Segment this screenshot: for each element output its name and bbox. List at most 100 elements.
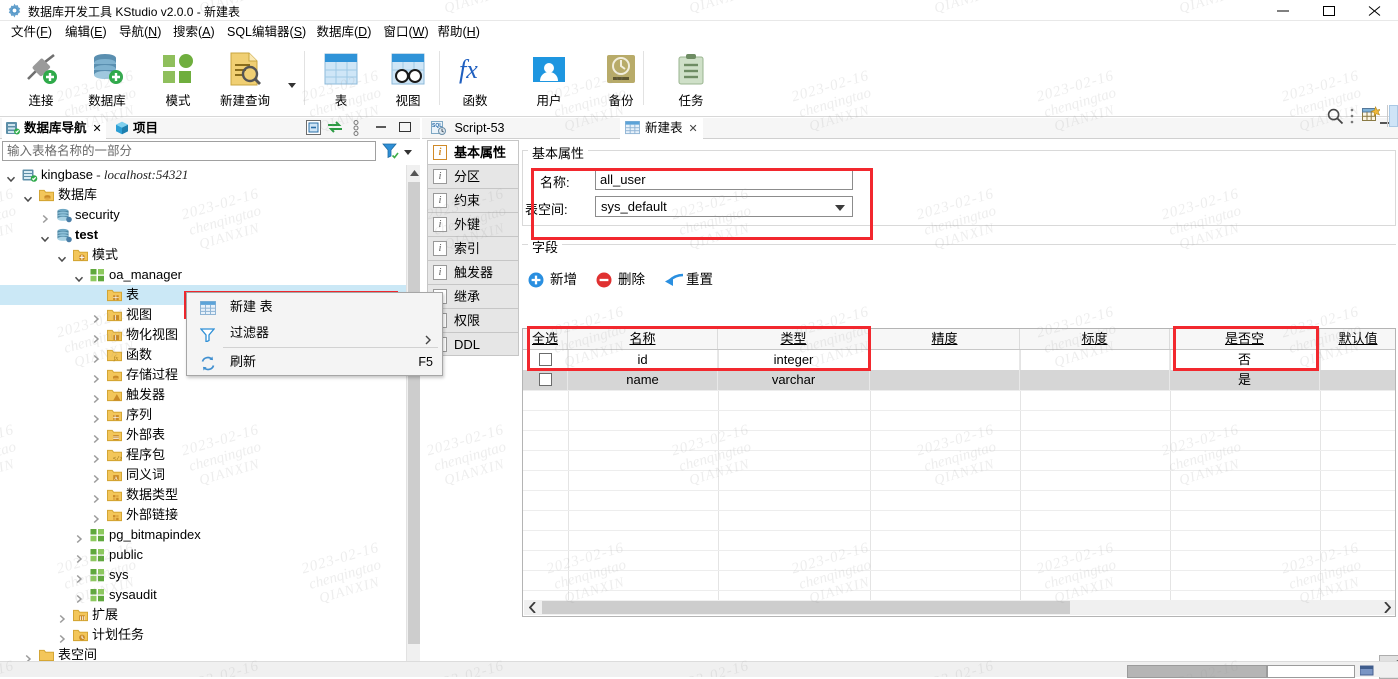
tree-expand-arrow[interactable] [91,350,101,364]
tree-collapse-arrow[interactable] [57,250,67,263]
tree-expand-arrow[interactable] [74,590,84,604]
tree-expand-arrow[interactable] [91,430,101,444]
window-maximize-button[interactable] [1306,0,1352,21]
tree-collapse-arrow[interactable] [23,190,33,203]
grid-cell-类型[interactable]: integer [718,350,870,370]
toolbar-button-任务[interactable]: 任务 [658,47,724,113]
tree-item-程序包[interactable]: </> 程序包 [0,445,406,465]
grid-cell-标度[interactable] [1020,350,1170,370]
toolbar-button-连接[interactable]: 连接 [8,47,74,113]
tree-item-security[interactable]: security [0,205,406,225]
grid-cell-select[interactable] [523,350,568,370]
editor-tab-2[interactable]: 新建表 ✕ [620,118,703,139]
toolbar-button-新建查询[interactable]: 新建查询 [212,47,278,113]
view-menu-icon[interactable] [353,120,359,139]
filter-funnel-icon[interactable] [382,143,399,162]
tablespace-select[interactable]: sys_default [595,196,853,217]
tree-vertical-scrollbar[interactable] [406,165,420,677]
grid-cell-默认值[interactable] [1320,350,1395,370]
tree-item-外部链接[interactable]: 外部链接 [0,505,406,525]
grid-cell-类型[interactable]: varchar [718,370,870,390]
grid-cell-名称[interactable]: id [568,350,718,370]
tree-expand-arrow[interactable] [23,650,33,664]
grid-header-全选[interactable]: 全选 [523,329,568,349]
toolbar-button-用户[interactable]: 用户 [516,47,582,113]
grid-header-默认值[interactable]: 默认值 [1320,329,1395,349]
grid-header-标度[interactable]: 标度 [1020,329,1170,349]
table-name-input[interactable] [595,169,853,190]
fields-grid-horizontal-scrollbar[interactable] [524,600,1395,615]
editor-tab-1[interactable]: SQL Script-53 [426,118,510,139]
menu-item-5[interactable]: SQL编辑器(S) [222,23,311,41]
grid-cell-精度[interactable] [870,370,1020,390]
tree-item-计划任务[interactable]: 计划任务 [0,625,406,645]
tree-expand-arrow[interactable] [57,610,67,624]
grid-cell-默认值[interactable] [1320,370,1395,390]
search-input[interactable] [3,142,375,160]
tree-context-menu[interactable]: 新建 表过滤器 刷新 F5 [186,292,443,376]
menu-item-8[interactable]: 帮助(H) [433,23,485,41]
fields-grid[interactable]: 全选 名称 类型 精度 标度 是否空 默认值 id integer 否 name varchar 是 [522,328,1396,617]
left-tab-1[interactable]: 数据库导航 ✕ [2,118,106,139]
grid-cell-是否空[interactable]: 否 [1170,350,1320,370]
left-tab-2[interactable]: 项目 [111,118,162,139]
tree-expand-arrow[interactable] [91,450,101,464]
tree-expand-arrow[interactable] [91,470,101,484]
filter-dropdown-caret[interactable] [404,150,412,155]
tree-item-public[interactable]: public [0,545,406,565]
grid-cell-名称[interactable]: name [568,370,718,390]
tree-expand-arrow[interactable] [91,310,101,324]
chevron-left-icon[interactable] [524,600,541,615]
tree-collapse-arrow[interactable] [74,270,84,283]
panel-minimize-icon[interactable] [374,120,388,137]
grid-cell-是否空[interactable]: 是 [1170,370,1320,390]
tree-item-触发器[interactable]: 触发器 [0,385,406,405]
tree-item-数据类型[interactable]: 数据类型 [0,485,406,505]
panel-maximize-icon[interactable] [398,120,412,137]
menu-item-6[interactable]: 数据库(D) [312,23,377,41]
tree-expand-arrow[interactable] [91,490,101,504]
toolbar-button-数据库[interactable]: 数据库 [74,47,140,113]
grid-cell-标度[interactable] [1020,370,1170,390]
grid-cell-select[interactable] [523,370,568,390]
context-menu-item-过滤器[interactable]: 过滤器 [188,320,443,346]
grid-header-名称[interactable]: 名称 [568,329,718,349]
close-icon[interactable]: ✕ [93,123,102,135]
tree-expand-arrow[interactable] [74,530,84,544]
menu-item-2[interactable]: 编辑(E) [60,23,112,41]
window-minimize-button[interactable] [1260,0,1306,21]
database-tree[interactable]: kingbase - localhost:54321 数据库 security tes… [0,165,406,677]
scroll-thumb[interactable] [408,182,420,644]
grid-header-是否空[interactable]: 是否空 [1170,329,1320,349]
tree-expand-arrow[interactable] [91,330,101,344]
tree-item-pg_bitmapindex[interactable]: pg_bitmapindex [0,525,406,545]
row-checkbox[interactable] [538,373,552,386]
search-icon[interactable] [1327,108,1344,128]
collapse-all-icon[interactable] [306,120,321,138]
toolbar-button-表[interactable]: 表 [308,47,374,113]
menu-item-7[interactable]: 窗口(W) [379,23,434,41]
tree-expand-arrow[interactable] [91,390,101,404]
tree-item-扩展[interactable]: 扩展 [0,605,406,625]
tree-expand-arrow[interactable] [74,570,84,584]
side-tab-索引[interactable]: i 索引 [427,236,519,260]
new-query-dropdown-caret[interactable] [288,83,296,88]
menu-item-1[interactable]: 文件(F) [6,23,57,41]
menu-item-3[interactable]: 导航(N) [114,23,166,41]
hscroll-thumb[interactable] [542,601,1070,614]
tree-expand-arrow[interactable] [74,550,84,564]
overflow-dots-icon[interactable] [1350,107,1354,128]
grid-row[interactable]: name varchar 是 [523,370,1395,390]
toolbar-button-函数[interactable]: fx 函数 [442,47,508,113]
tree-item-外部表[interactable]: 外部表 [0,425,406,445]
tree-item-sys[interactable]: sys [0,565,406,585]
tree-expand-arrow[interactable] [57,630,67,644]
tree-item-模式[interactable]: 模式 [0,245,406,265]
tree-item-kingbase[interactable]: kingbase - localhost:54321 [0,165,406,185]
tree-item-数据库[interactable]: 数据库 [0,185,406,205]
tree-item-序列[interactable]: 序列 [0,405,406,425]
new-table-perspective-icon[interactable] [1362,105,1382,127]
tree-item-test[interactable]: test [0,225,406,245]
grid-row[interactable]: id integer 否 [523,350,1395,370]
context-menu-item-刷新[interactable]: 刷新 F5 [188,349,443,375]
